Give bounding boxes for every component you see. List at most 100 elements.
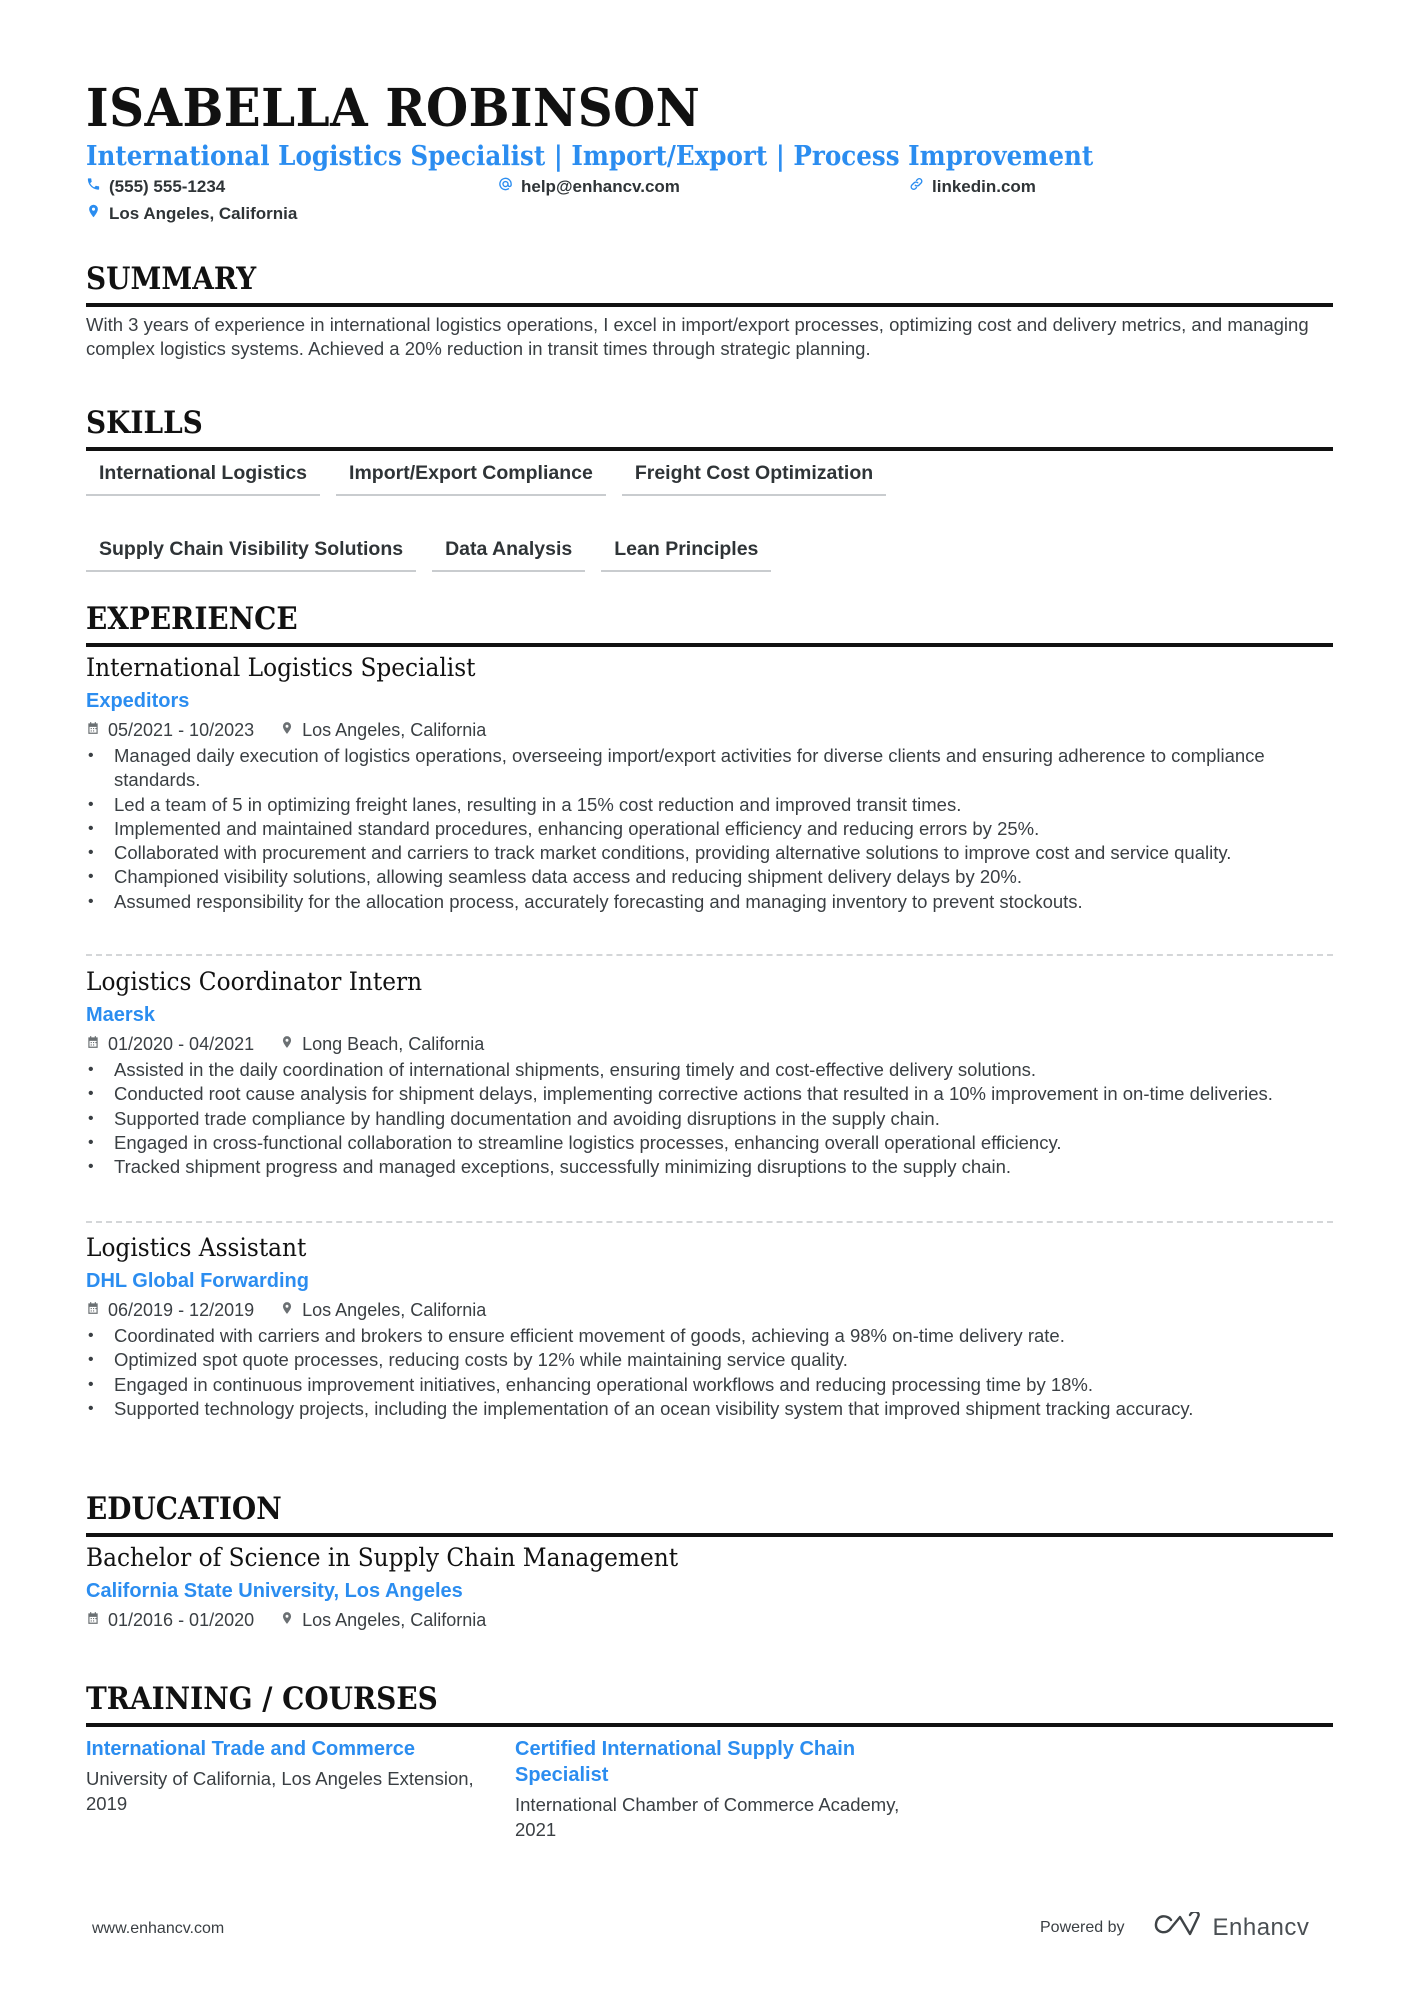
job-separator [86, 954, 1333, 956]
education-meta: 01/2016 - 01/2020 Los Angeles, Californi… [86, 1608, 1333, 1632]
job-title: International Logistics Specialist [86, 653, 476, 682]
calendar-icon [86, 1298, 100, 1322]
job-dates: 06/2019 - 12/2019 [86, 1298, 254, 1322]
job-entry: Logistics Coordinator Intern Maersk 01/2… [86, 966, 1333, 1180]
job-bullets: Coordinated with carriers and brokers to… [86, 1324, 1333, 1421]
skills-heading: SKILLS [86, 405, 203, 441]
bullet-item: Assisted in the daily coordination of in… [86, 1058, 1333, 1083]
job-location: Los Angeles, California [280, 718, 486, 742]
course-description: International Chamber of Commerce Academ… [515, 1794, 900, 1840]
calendar-icon [86, 1032, 100, 1056]
course-description: University of California, Los Angeles Ex… [86, 1768, 474, 1814]
course-title: International Trade and Commerce [86, 1738, 415, 1760]
skills-list: International Logistics Import/Export Co… [86, 452, 1333, 572]
job-bullets: Assisted in the daily coordination of in… [86, 1058, 1333, 1180]
skill-tag: International Logistics [86, 452, 321, 496]
enhancv-logo-icon [1153, 1910, 1201, 1943]
phone-number[interactable]: (555) 555-1234 [109, 177, 225, 197]
job-location: Los Angeles, California [280, 1298, 486, 1322]
at-icon [498, 176, 513, 197]
education-entry: Bachelor of Science in Supply Chain Mana… [86, 1542, 1333, 1632]
location-pin-icon [280, 1032, 294, 1056]
skill-tag: Data Analysis [432, 528, 586, 572]
location-pin-icon [280, 718, 294, 742]
contact-linkedin: linkedin.com [909, 176, 1036, 197]
job-location-text: Los Angeles, California [302, 1300, 487, 1320]
link-icon [909, 176, 924, 197]
company-name[interactable]: Maersk [86, 1002, 1333, 1028]
bullet-item: Implemented and maintained standard proc… [86, 817, 1333, 842]
footer-branding: Powered by Enhancv [1040, 1910, 1310, 1943]
company-name[interactable]: Expeditors [86, 688, 1333, 714]
skills-section-header: SKILLS [86, 408, 1333, 451]
job-dates-text: 05/2021 - 10/2023 [108, 720, 255, 740]
degree-title: Bachelor of Science in Supply Chain Mana… [86, 1543, 679, 1572]
bullet-item: Optimized spot quote processes, reducing… [86, 1348, 1333, 1373]
candidate-name: ISABELLA ROBINSON [86, 78, 701, 139]
course-title: Certified International Supply Chain Spe… [515, 1738, 856, 1786]
education-location: Los Angeles, California [280, 1608, 486, 1632]
bullet-item: Supported technology projects, including… [86, 1397, 1333, 1422]
location-text: Los Angeles, California [109, 203, 298, 223]
section-divider [86, 447, 1333, 451]
calendar-icon [86, 718, 100, 742]
skill-tag: Freight Cost Optimization [621, 452, 887, 496]
bullet-item: Led a team of 5 in optimizing freight la… [86, 793, 1333, 818]
job-meta: 01/2020 - 04/2021 Long Beach, California [86, 1032, 1333, 1056]
education-location-text: Los Angeles, California [302, 1610, 487, 1630]
section-divider [86, 1723, 1333, 1727]
job-location-text: Long Beach, California [302, 1034, 485, 1054]
bullet-item: Coordinated with carriers and brokers to… [86, 1324, 1333, 1349]
course-entry: International Trade and Commerce Univers… [86, 1736, 476, 1816]
summary-text: With 3 years of experience in internatio… [86, 314, 1309, 359]
contact-email: help@enhancv.com [498, 176, 680, 197]
training-heading: TRAINING / COURSES [86, 1681, 438, 1717]
bullet-item: Championed visibility solutions, allowin… [86, 865, 1333, 890]
footer-website[interactable]: www.enhancv.com [92, 1920, 224, 1938]
candidate-title: International Logistics Specialist | Imp… [86, 140, 1094, 172]
education-section-header: EDUCATION [86, 1494, 1333, 1537]
bullet-item: Conducted root cause analysis for shipme… [86, 1082, 1333, 1107]
job-dates-text: 01/2020 - 04/2021 [108, 1034, 255, 1054]
phone-icon [86, 176, 101, 197]
email-link[interactable]: help@enhancv.com [521, 177, 680, 197]
bullet-item: Collaborated with procurement and carrie… [86, 841, 1333, 866]
skill-tag: Lean Principles [601, 528, 772, 572]
company-name[interactable]: DHL Global Forwarding [86, 1268, 1333, 1294]
experience-heading: EXPERIENCE [86, 601, 298, 637]
education-heading: EDUCATION [86, 1491, 282, 1527]
job-location-text: Los Angeles, California [302, 720, 487, 740]
calendar-icon [86, 1608, 100, 1632]
training-section-header: TRAINING / COURSES [86, 1684, 1333, 1727]
job-title: Logistics Coordinator Intern [86, 967, 423, 996]
location-pin-icon [86, 203, 101, 224]
experience-section-header: EXPERIENCE [86, 604, 1333, 647]
enhancv-brand-name: Enhancv [1212, 1913, 1310, 1941]
contact-location: Los Angeles, California [86, 203, 297, 224]
job-separator [86, 1221, 1333, 1223]
education-dates: 01/2016 - 01/2020 [86, 1608, 254, 1632]
job-entry: Logistics Assistant DHL Global Forwardin… [86, 1232, 1333, 1421]
bullet-item: Managed daily execution of logistics ope… [86, 744, 1333, 793]
section-divider [86, 1533, 1333, 1537]
job-title: Logistics Assistant [86, 1233, 307, 1262]
section-divider [86, 303, 1333, 307]
enhancv-logo[interactable]: Enhancv [1153, 1910, 1310, 1943]
location-pin-icon [280, 1298, 294, 1322]
course-entry: Certified International Supply Chain Spe… [515, 1736, 905, 1842]
skill-tag: Import/Export Compliance [336, 452, 606, 496]
contact-phone: (555) 555-1234 [86, 176, 225, 197]
summary-heading: SUMMARY [86, 261, 257, 297]
bullet-item: Supported trade compliance by handling d… [86, 1107, 1333, 1132]
school-name[interactable]: California State University, Los Angeles [86, 1578, 1333, 1604]
job-entry: International Logistics Specialist Exped… [86, 652, 1333, 914]
job-meta: 05/2021 - 10/2023 Los Angeles, Californi… [86, 718, 1333, 742]
location-pin-icon [280, 1608, 294, 1632]
linkedin-link[interactable]: linkedin.com [932, 177, 1036, 197]
bullet-item: Engaged in cross-functional collaboratio… [86, 1131, 1333, 1156]
bullet-item: Assumed responsibility for the allocatio… [86, 890, 1333, 915]
summary-section-header: SUMMARY [86, 264, 1333, 307]
job-meta: 06/2019 - 12/2019 Los Angeles, Californi… [86, 1298, 1333, 1322]
education-dates-text: 01/2016 - 01/2020 [108, 1610, 255, 1630]
job-dates: 01/2020 - 04/2021 [86, 1032, 254, 1056]
